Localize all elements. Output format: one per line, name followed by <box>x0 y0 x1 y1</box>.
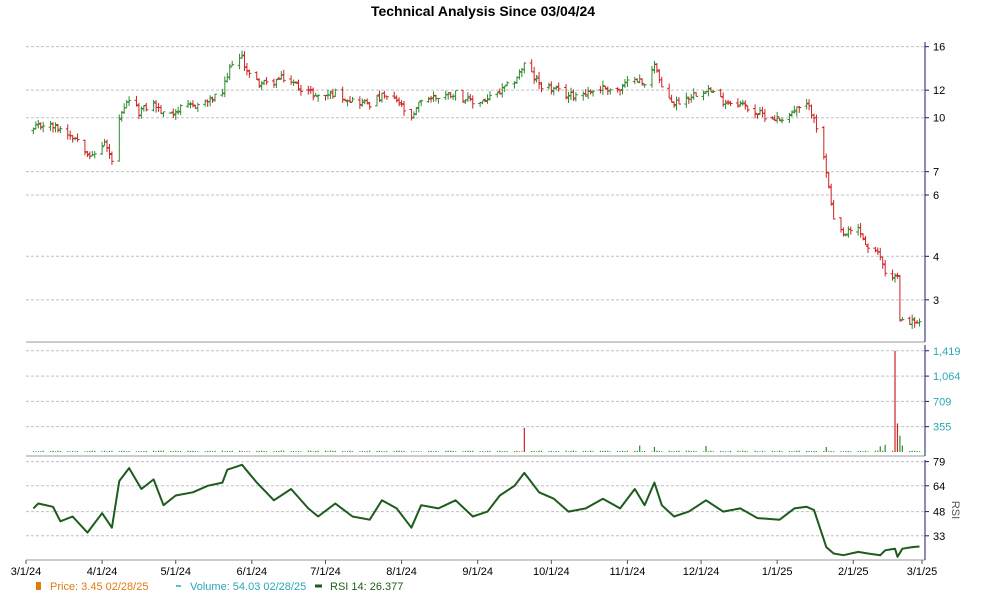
legend-label: Volume: 54.03 02/28/25 <box>190 581 306 593</box>
x-tick-label: 7/1/24 <box>310 566 341 578</box>
x-tick-label: 1/1/25 <box>762 566 793 578</box>
x-tick-label: 9/1/24 <box>462 566 493 578</box>
price-tick-label: 4 <box>933 251 939 263</box>
chart-canvas: Technical Analysis Since 03/04/24 3 4 6 7 10 1… <box>11 3 961 593</box>
x-tick-label: 3/1/25 <box>907 566 938 578</box>
price-tick-label: 3 <box>933 295 939 307</box>
x-tick-label: 12/1/24 <box>683 566 720 578</box>
price-tick-label: 12 <box>933 85 945 97</box>
legend-price-swatch <box>36 582 41 590</box>
price-tick-label: 7 <box>933 167 939 179</box>
volume-tick-label: 1,419 <box>933 346 961 358</box>
x-tick-label: 6/1/24 <box>237 566 268 578</box>
rsi-tick-label: 33 <box>933 531 945 543</box>
volume-tick-label: 355 <box>933 422 951 434</box>
rsi-line <box>32 463 920 558</box>
rsi-tick-label: 48 <box>933 507 945 519</box>
rsi-tick-label: 79 <box>933 457 945 469</box>
price-tick-label: 16 <box>933 42 945 54</box>
volume-tick-label: 709 <box>933 396 951 408</box>
rsi-tick-label: 64 <box>933 481 945 493</box>
x-tick-label: 8/1/24 <box>386 566 417 578</box>
x-tick-label: 10/1/24 <box>533 566 570 578</box>
x-tick-label: 3/1/24 <box>11 566 42 578</box>
x-tick-label: 5/1/24 <box>160 566 191 578</box>
legend-label: Price: 3.45 02/28/25 <box>50 581 148 593</box>
x-tick-label: 11/1/24 <box>609 566 645 578</box>
x-tick-label: 4/1/24 <box>87 566 118 578</box>
x-tick-label: 2/1/25 <box>838 566 869 578</box>
chart-title: Technical Analysis Since 03/04/24 <box>371 3 595 19</box>
technical-analysis-chart: Technical Analysis Since 03/04/24 3 4 6 7 10 1… <box>0 0 1000 600</box>
volume-tick-label: 1,064 <box>933 371 961 383</box>
price-tick-label: 10 <box>933 113 945 125</box>
rsi-axis-label: RSI <box>949 501 961 519</box>
price-tick-label: 6 <box>933 190 939 202</box>
legend-label: RSI 14: 26.377 <box>330 581 403 593</box>
